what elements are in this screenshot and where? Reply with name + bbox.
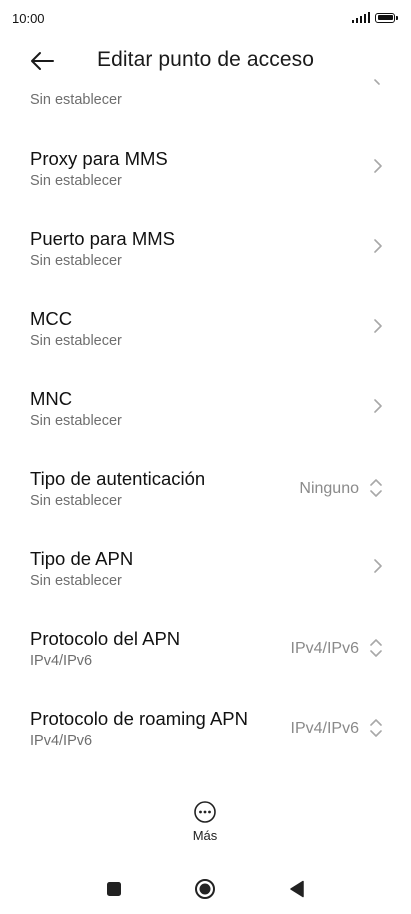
list-item-puerto-mms[interactable]: Puerto para MMS Sin establecer (0, 228, 411, 308)
list-item-tipo-autenticacion[interactable]: Tipo de autenticación Sin establecer Nin… (0, 468, 411, 548)
row-subtitle: Sin establecer (30, 173, 122, 189)
scroll-fade (0, 86, 411, 92)
list-item-proxy-mms[interactable]: Proxy para MMS Sin establecer (0, 148, 411, 228)
row-title: Puerto para MMS (30, 228, 175, 249)
row-subtitle: Sin establecer (30, 333, 122, 349)
triangle-back-icon (290, 880, 304, 898)
status-bar: 10:00 (0, 0, 411, 36)
row-subtitle: Sin establecer (30, 493, 122, 509)
up-down-chevron-icon (370, 479, 382, 497)
up-down-chevron-icon (370, 639, 382, 657)
page-title: Editar punto de acceso (97, 48, 315, 71)
status-icons (351, 12, 398, 23)
chevron-right-icon (374, 239, 382, 253)
home-button[interactable] (194, 878, 216, 900)
up-down-chevron-icon (370, 719, 382, 737)
more-dots-icon (194, 801, 216, 823)
status-time: 10:00 (12, 11, 45, 26)
row-value: IPv4/IPv6 (290, 720, 359, 737)
row-subtitle: Sin establecer (30, 253, 122, 269)
row-title: Tipo de autenticación (30, 468, 206, 489)
row-title: Protocolo del APN (30, 628, 181, 649)
row-title: Tipo de APN (30, 548, 134, 569)
list-item-protocolo-roaming-apn[interactable]: Protocolo de roaming APN IPv4/IPv6 IPv4/… (0, 708, 411, 788)
list-item-mnc[interactable]: MNC Sin establecer (0, 388, 411, 468)
more-button[interactable]: Más (180, 800, 230, 848)
navigation-bar (0, 862, 411, 914)
row-subtitle: Sin establecer (30, 413, 122, 429)
battery-icon (375, 12, 398, 23)
row-title: MCC (30, 308, 73, 329)
recents-button[interactable] (103, 878, 125, 900)
list-item-tipo-apn[interactable]: Tipo de APN Sin establecer (0, 548, 411, 628)
circle-icon (195, 879, 215, 899)
chevron-right-icon (374, 399, 382, 413)
square-icon (107, 882, 121, 896)
list-item-mcc[interactable]: MCC Sin establecer (0, 308, 411, 388)
chevron-right-icon (374, 559, 382, 573)
row-title: Proxy para MMS (30, 148, 168, 169)
row-value: IPv4/IPv6 (290, 640, 359, 657)
row-title: MNC (30, 388, 73, 409)
row-subtitle: IPv4/IPv6 (30, 653, 93, 669)
row-title: Protocolo de roaming APN (30, 708, 249, 729)
row-subtitle: IPv4/IPv6 (30, 733, 93, 749)
row-value: Ninguno (299, 480, 359, 497)
chevron-right-icon (374, 159, 382, 173)
chevron-right-icon (374, 319, 382, 333)
more-label: Más (192, 828, 218, 843)
signal-icon (351, 12, 370, 23)
back-nav-button[interactable] (286, 878, 308, 900)
row-subtitle: Sin establecer (30, 573, 122, 589)
list-item-protocolo-apn[interactable]: Protocolo del APN IPv4/IPv6 IPv4/IPv6 (0, 628, 411, 708)
row-subtitle: Sin establecer (30, 92, 122, 108)
